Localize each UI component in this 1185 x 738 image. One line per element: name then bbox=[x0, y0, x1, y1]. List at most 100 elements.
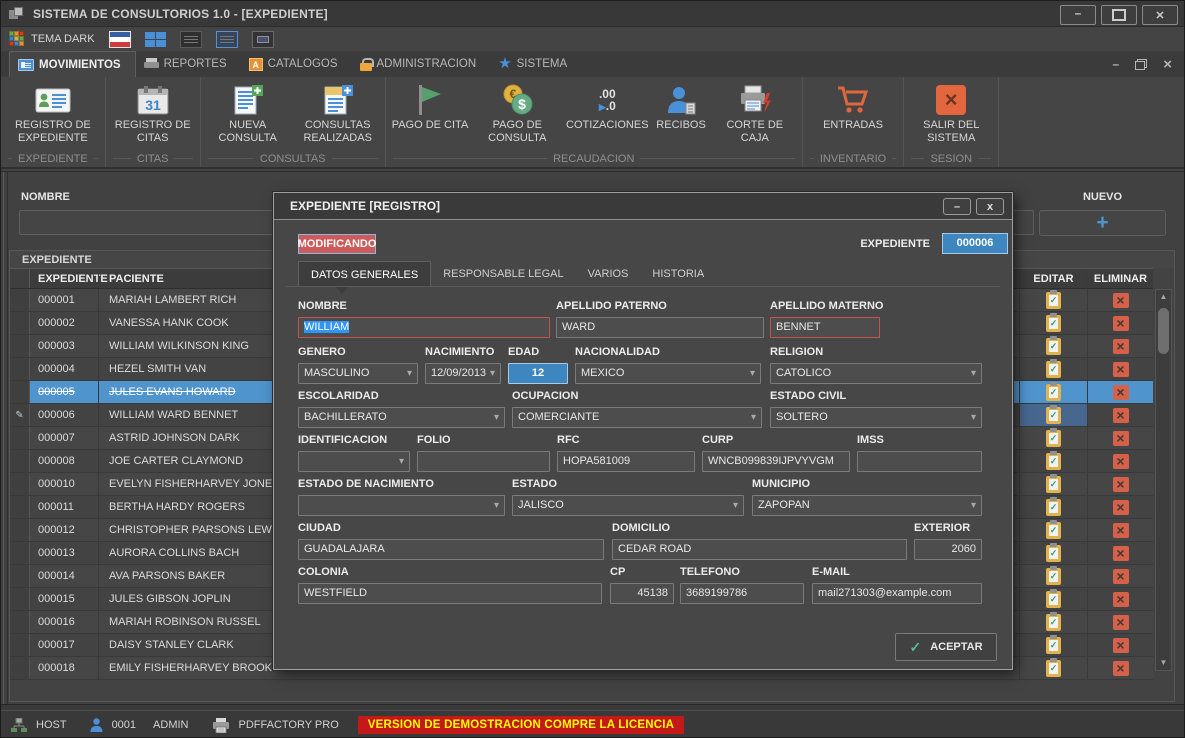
colonia-field[interactable]: WESTFIELD bbox=[298, 583, 602, 604]
edit-icon[interactable] bbox=[1046, 568, 1061, 585]
mdi-minimize-button[interactable] bbox=[1113, 57, 1120, 71]
edit-icon[interactable] bbox=[1046, 407, 1061, 424]
row-selector[interactable] bbox=[10, 358, 30, 380]
cotizaciones-button[interactable]: .00▶.0COTIZACIONES bbox=[563, 80, 651, 133]
ribbon-tab-administracion[interactable]: ADMINISTRACION bbox=[352, 51, 491, 77]
frame-icon[interactable] bbox=[252, 31, 274, 48]
dialog-tab-responsable-legal[interactable]: RESPONSABLE LEGAL bbox=[431, 261, 575, 287]
expediente-cell[interactable]: 000004 bbox=[30, 358, 98, 380]
expediente-cell[interactable]: 000014 bbox=[30, 565, 98, 587]
expediente-cell[interactable]: 000011 bbox=[30, 496, 98, 518]
delete-cell[interactable]: × bbox=[1087, 565, 1153, 587]
expediente-cell[interactable]: 000016 bbox=[30, 611, 98, 633]
delete-cell[interactable]: × bbox=[1087, 404, 1153, 426]
delete-cell[interactable]: × bbox=[1087, 657, 1153, 679]
delete-cell[interactable]: × bbox=[1087, 289, 1153, 311]
splitter[interactable] bbox=[3, 172, 8, 704]
nombre-field[interactable]: WILLIAM bbox=[298, 317, 550, 338]
domicilio-field[interactable]: CEDAR ROAD bbox=[612, 539, 907, 560]
row-selector[interactable] bbox=[10, 519, 30, 541]
delete-cell[interactable]: × bbox=[1087, 611, 1153, 633]
delete-icon[interactable]: × bbox=[1113, 431, 1129, 446]
recibos-button[interactable]: RECIBOS bbox=[653, 80, 709, 133]
delete-icon[interactable]: × bbox=[1113, 339, 1129, 354]
scroll-down-icon[interactable]: ▼ bbox=[1156, 656, 1171, 670]
edit-icon[interactable] bbox=[1046, 637, 1061, 654]
edit-icon[interactable] bbox=[1046, 660, 1061, 677]
delete-cell[interactable]: × bbox=[1087, 450, 1153, 472]
apellido-materno-field[interactable]: BENNET bbox=[770, 317, 880, 338]
delete-icon[interactable]: × bbox=[1113, 316, 1129, 331]
edit-cell[interactable] bbox=[1019, 588, 1087, 610]
row-selector[interactable] bbox=[10, 588, 30, 610]
estado-select[interactable]: JALISCO bbox=[512, 495, 744, 516]
mdi-close-button[interactable] bbox=[1163, 57, 1172, 71]
dialog-tab-datos-generales[interactable]: DATOS GENERALES bbox=[298, 261, 431, 287]
pago-de-cita-button[interactable]: PAGO DE CITA bbox=[389, 80, 472, 133]
expediente-cell[interactable]: 000018 bbox=[30, 657, 98, 679]
delete-icon[interactable]: × bbox=[1113, 362, 1129, 377]
edit-icon[interactable] bbox=[1046, 453, 1061, 470]
edit-icon[interactable] bbox=[1046, 315, 1061, 332]
imss-field[interactable] bbox=[857, 451, 982, 472]
nueva-consulta-button[interactable]: NUEVA CONSULTA bbox=[204, 80, 292, 146]
delete-cell[interactable]: × bbox=[1087, 312, 1153, 334]
theme-selector[interactable]: TEMA DARK bbox=[9, 31, 95, 47]
email-field[interactable]: mail271303@example.com bbox=[812, 583, 982, 604]
cp-field[interactable]: 45138 bbox=[610, 583, 674, 604]
edit-cell[interactable] bbox=[1019, 657, 1087, 679]
apellido-paterno-field[interactable]: WARD bbox=[556, 317, 764, 338]
row-selector[interactable] bbox=[10, 312, 30, 334]
delete-icon[interactable]: × bbox=[1113, 477, 1129, 492]
flag-icon[interactable] bbox=[109, 31, 131, 48]
curp-field[interactable]: WNCB099839IJPVYVGM bbox=[702, 451, 850, 472]
telefono-field[interactable]: 3689199786 bbox=[680, 583, 804, 604]
delete-cell[interactable]: × bbox=[1087, 588, 1153, 610]
edit-icon[interactable] bbox=[1046, 384, 1061, 401]
consultas-realizadas-button[interactable]: CONSULTAS REALIZADAS bbox=[294, 80, 382, 146]
delete-cell[interactable]: × bbox=[1087, 381, 1153, 403]
expediente-cell[interactable]: 000017 bbox=[30, 634, 98, 656]
delete-icon[interactable]: × bbox=[1113, 523, 1129, 538]
delete-icon[interactable]: × bbox=[1113, 408, 1129, 423]
new-record-button[interactable] bbox=[1039, 210, 1166, 236]
expediente-cell[interactable]: 000001 bbox=[30, 289, 98, 311]
ocupacion-select[interactable]: COMERCIANTE bbox=[512, 407, 762, 428]
id-column-header[interactable]: EXPEDIENTE bbox=[30, 269, 98, 288]
edit-cell[interactable] bbox=[1019, 496, 1087, 518]
row-selector[interactable] bbox=[10, 289, 30, 311]
minimize-button[interactable] bbox=[1060, 5, 1096, 25]
scrollbar-thumb[interactable] bbox=[1158, 308, 1169, 354]
entradas-button[interactable]: ENTRADAS bbox=[820, 80, 886, 133]
edit-cell[interactable] bbox=[1019, 565, 1087, 587]
row-selector[interactable] bbox=[10, 450, 30, 472]
row-selector[interactable] bbox=[10, 542, 30, 564]
edit-cell[interactable] bbox=[1019, 634, 1087, 656]
expediente-cell[interactable]: 000007 bbox=[30, 427, 98, 449]
delete-icon[interactable]: × bbox=[1113, 592, 1129, 607]
exterior-field[interactable]: 2060 bbox=[914, 539, 982, 560]
close-button[interactable] bbox=[1142, 5, 1178, 25]
delete-icon[interactable]: × bbox=[1113, 385, 1129, 400]
delete-icon[interactable]: × bbox=[1113, 293, 1129, 308]
edit-icon[interactable] bbox=[1046, 476, 1061, 493]
edit-cell[interactable] bbox=[1019, 358, 1087, 380]
ribbon-tab-movimientos[interactable]: MOVIMIENTOS bbox=[9, 51, 136, 77]
maximize-button[interactable] bbox=[1101, 5, 1137, 25]
edit-icon[interactable] bbox=[1046, 338, 1061, 355]
delete-cell[interactable]: × bbox=[1087, 542, 1153, 564]
delete-icon[interactable]: × bbox=[1113, 546, 1129, 561]
rows-blue-icon[interactable] bbox=[216, 31, 238, 48]
registro-de-citas-button[interactable]: 31REGISTRO DE CITAS bbox=[109, 80, 197, 146]
delete-cell[interactable]: × bbox=[1087, 496, 1153, 518]
delete-cell[interactable]: × bbox=[1087, 335, 1153, 357]
edit-cell[interactable] bbox=[1019, 519, 1087, 541]
corte-de-caja-button[interactable]: CORTE DE CAJA bbox=[711, 80, 799, 146]
vertical-scrollbar[interactable]: ▲ ▼ bbox=[1155, 289, 1172, 671]
expediente-cell[interactable]: 000010 bbox=[30, 473, 98, 495]
row-selector[interactable] bbox=[10, 634, 30, 656]
ribbon-tab-sistema[interactable]: ★SISTEMA bbox=[490, 51, 581, 77]
edit-cell[interactable] bbox=[1019, 404, 1087, 426]
row-selector[interactable] bbox=[10, 611, 30, 633]
nacionalidad-select[interactable]: MEXICO bbox=[575, 363, 761, 384]
